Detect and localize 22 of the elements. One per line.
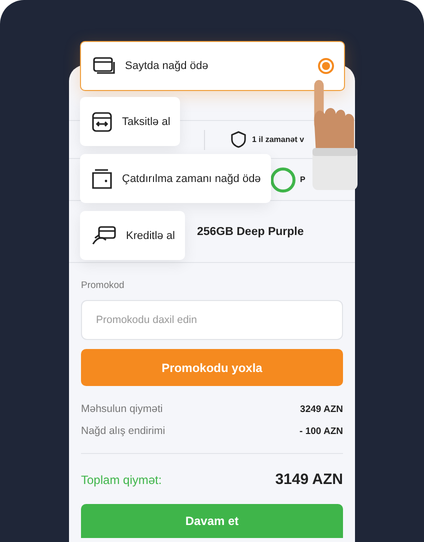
card-icon bbox=[93, 57, 115, 75]
promo-input[interactable]: Promokodu daxil edin bbox=[81, 300, 343, 340]
product-name: 256GB Deep Purple bbox=[197, 226, 304, 238]
shield-icon bbox=[231, 131, 246, 148]
summary-value: 3249 AZN bbox=[300, 404, 343, 414]
summary-label: Məhsulun qiyməti bbox=[81, 403, 163, 415]
promo-label: Promokod bbox=[81, 280, 126, 291]
payment-option[interactable]: Taksitlə al bbox=[80, 97, 180, 146]
total-label: Toplam qiymət: bbox=[81, 472, 162, 486]
hand-card-icon bbox=[92, 226, 116, 246]
status-text: P bbox=[300, 175, 306, 184]
payment-option[interactable]: Çatdırılma zamanı nağd ödə bbox=[80, 154, 271, 203]
summary-label: Nağd alış endirimi bbox=[81, 425, 166, 437]
payment-option[interactable]: Kreditlə al bbox=[80, 211, 185, 260]
warranty-text: 1 il zamanət v bbox=[252, 135, 304, 144]
wallet-icon bbox=[92, 168, 112, 188]
progress-ring-icon bbox=[270, 166, 296, 192]
total-value: 3149 AZN bbox=[275, 471, 343, 488]
summary-value: - 100 AZN bbox=[300, 426, 343, 436]
arrows-icon bbox=[92, 112, 112, 132]
payment-option[interactable]: Saytda nağd ödə bbox=[80, 41, 345, 91]
radio-icon bbox=[318, 58, 334, 74]
